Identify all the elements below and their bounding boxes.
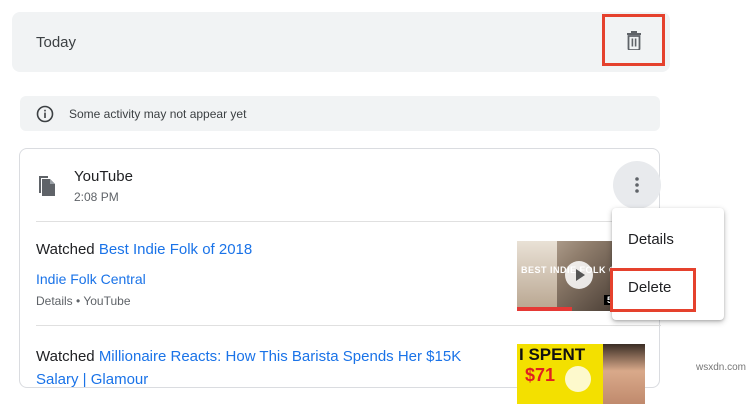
day-header: Today xyxy=(12,12,670,72)
card-divider xyxy=(36,221,661,222)
play-icon xyxy=(565,366,591,392)
video-link[interactable]: Millionaire Reacts: How This Barista Spe… xyxy=(36,348,461,388)
activity-item-2-title: Watched Millionaire Reacts: How This Bar… xyxy=(36,345,506,391)
play-icon xyxy=(565,261,593,289)
more-vert-icon xyxy=(635,177,639,193)
day-title: Today xyxy=(36,34,77,51)
delete-day-button[interactable] xyxy=(602,14,665,66)
thumbnail-text-line2: $71 xyxy=(525,365,556,385)
card-time: 2:08 PM xyxy=(74,190,119,204)
video-thumbnail[interactable]: BEST INDIE FOLK OF 5 xyxy=(517,241,615,311)
channel-link[interactable]: Indie Folk Central xyxy=(36,271,146,287)
item-divider xyxy=(36,325,661,326)
info-icon xyxy=(36,105,54,123)
watched-label: Watched xyxy=(36,348,95,365)
progress-bar xyxy=(517,307,572,311)
more-options-button[interactable] xyxy=(613,161,661,209)
trash-icon xyxy=(626,30,641,50)
activity-notice: Some activity may not appear yet xyxy=(20,96,660,131)
thumbnail-text-line1: I SPENT xyxy=(519,345,586,365)
video-link[interactable]: Best Indie Folk of 2018 xyxy=(99,241,252,258)
document-icon xyxy=(39,176,55,196)
watermark: wsxdn.com xyxy=(696,362,747,373)
video-thumbnail[interactable]: I SPENT $71 xyxy=(517,344,645,404)
activity-item-1-title: Watched Best Indie Folk of 2018 xyxy=(36,241,252,258)
context-menu: Details Delete xyxy=(612,208,724,320)
card-title: YouTube xyxy=(74,168,133,185)
menu-item-delete[interactable]: Delete xyxy=(628,279,671,296)
watched-label: Watched xyxy=(36,241,95,258)
notice-text: Some activity may not appear yet xyxy=(69,107,247,121)
item-meta: Details • YouTube xyxy=(36,294,131,308)
activity-card: YouTube 2:08 PM Watched Best Indie Folk … xyxy=(19,148,661,404)
menu-item-details[interactable]: Details xyxy=(628,231,674,248)
thumbnail-person xyxy=(603,344,645,404)
